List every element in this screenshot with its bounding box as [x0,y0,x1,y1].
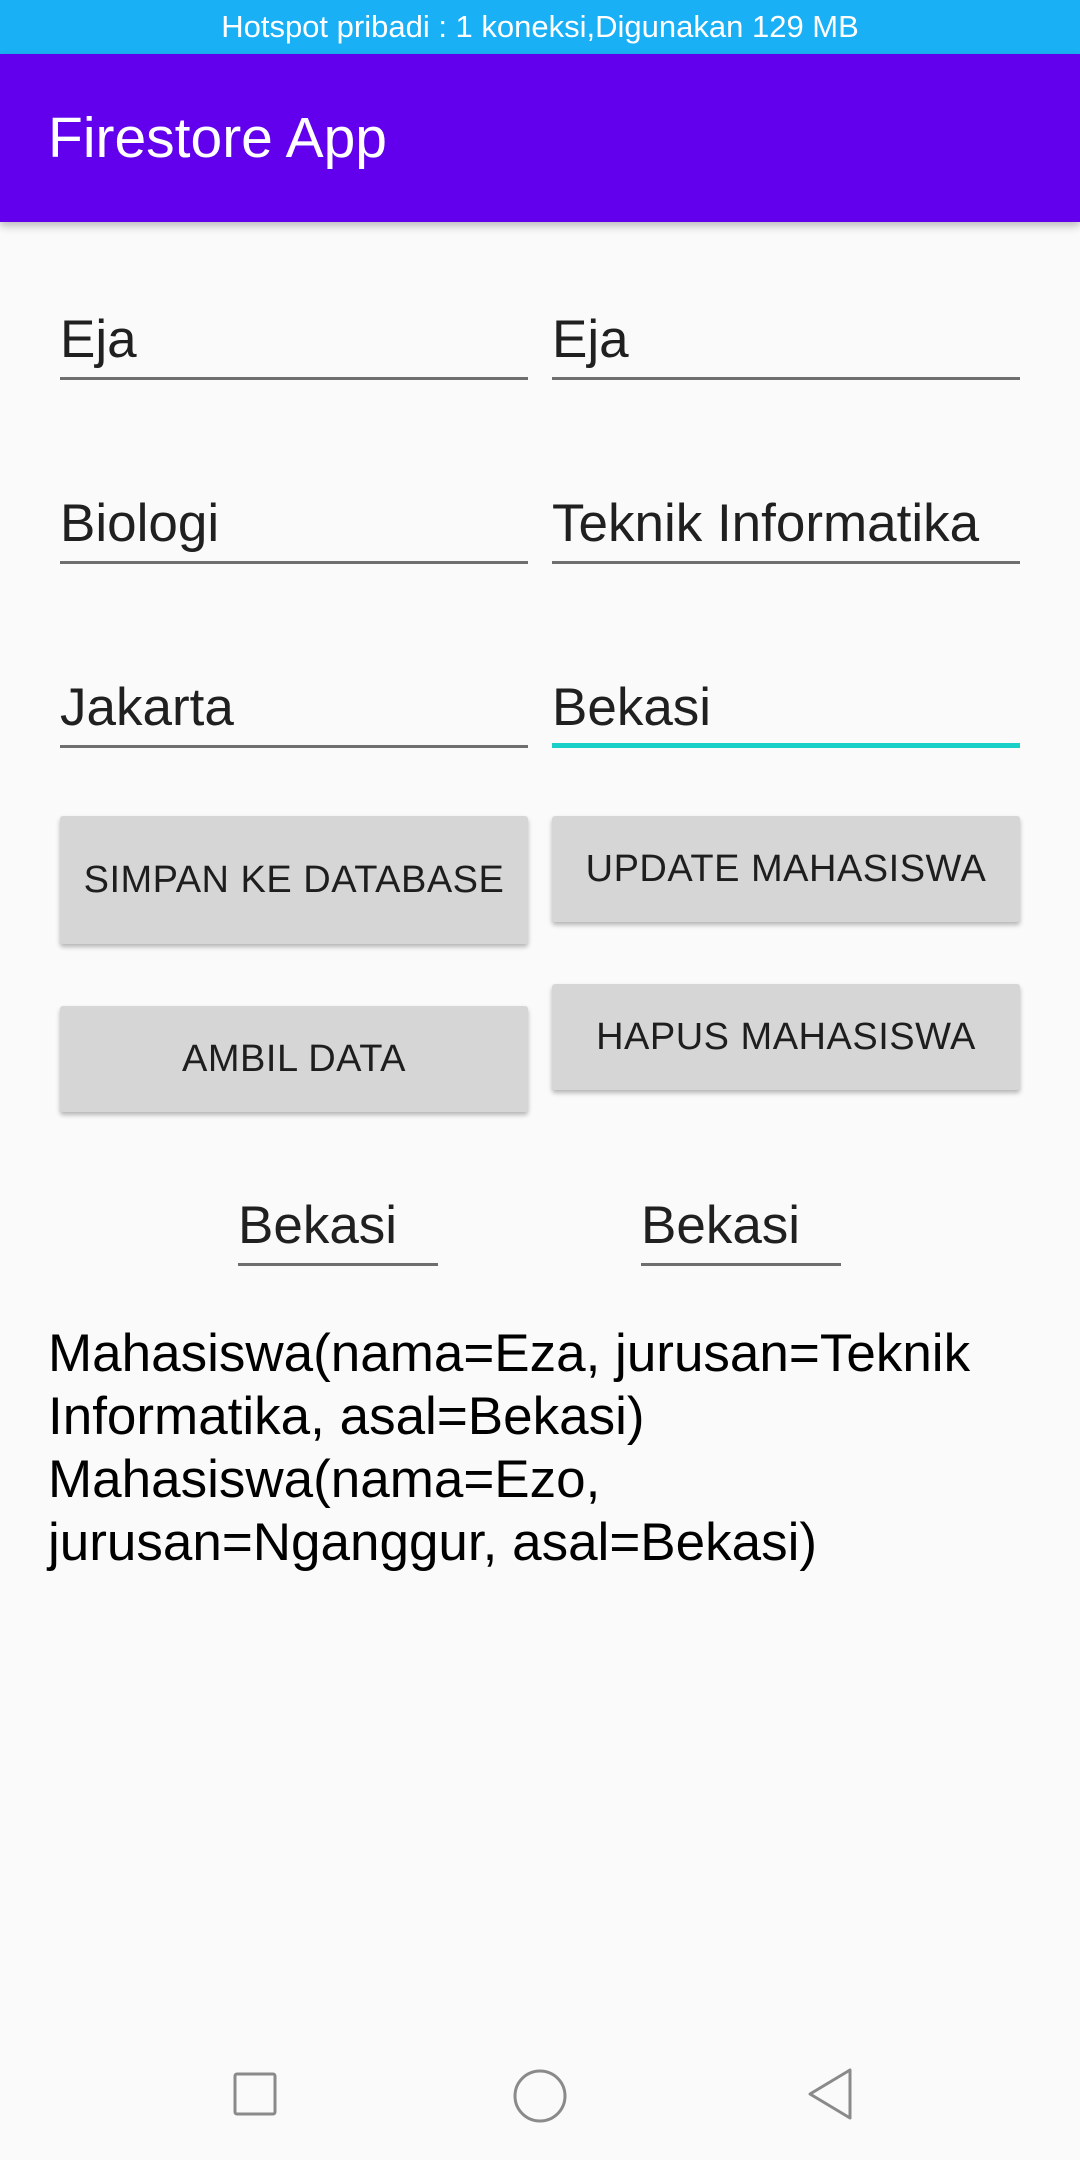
hapus-button-label: HAPUS MAHASISWA [596,1016,976,1058]
nama-input-right-value: Eja [552,310,629,369]
jurusan-input-right-value: Teknik Informatika [552,494,980,553]
square-recents-icon[interactable] [225,2064,285,2124]
filter-input-left[interactable]: Bekasi [238,1186,438,1266]
nama-input-left[interactable]: Eja [60,300,528,380]
jurusan-input-right[interactable]: Teknik Informatika [552,484,1020,564]
simpan-ke-database-button[interactable]: SIMPAN KE DATABASE [60,816,528,944]
nama-input-right[interactable]: Eja [552,300,1020,380]
asal-input-left[interactable]: Jakarta [60,668,528,748]
jurusan-input-left[interactable]: Biologi [60,484,528,564]
results-text: Mahasiswa(nama=Eza, jurusan=Teknik Infor… [48,1322,1038,1574]
filter-input-right[interactable]: Bekasi [641,1186,841,1266]
triangle-back-icon[interactable] [800,2064,860,2124]
asal-input-left-value: Jakarta [60,678,234,737]
navigation-bar [0,2016,1080,2160]
result-item: Mahasiswa(nama=Ezo, jurusan=Nganggur, as… [48,1450,817,1572]
filter-input-left-value: Bekasi [238,1196,398,1255]
app-bar: Firestore App [0,54,1080,222]
hapus-mahasiswa-button[interactable]: HAPUS MAHASISWA [552,984,1020,1090]
status-bar: Hotspot pribadi : 1 koneksi,Digunakan 12… [0,0,1080,54]
app-title: Firestore App [48,106,387,170]
update-mahasiswa-button[interactable]: UPDATE MAHASISWA [552,816,1020,922]
nama-input-left-value: Eja [60,310,137,369]
result-item: Mahasiswa(nama=Eza, jurusan=Teknik Infor… [48,1324,971,1446]
filter-input-right-value: Bekasi [641,1196,801,1255]
status-bar-text: Hotspot pribadi : 1 koneksi,Digunakan 12… [221,9,859,44]
simpan-button-label: SIMPAN KE DATABASE [83,859,505,901]
asal-input-right-value: Bekasi [552,678,712,737]
ambil-button-label: AMBIL DATA [182,1038,406,1080]
asal-input-right[interactable]: Bekasi [552,668,1020,748]
circle-home-icon[interactable] [505,2061,575,2131]
jurusan-input-left-value: Biologi [60,494,220,553]
ambil-data-button[interactable]: AMBIL DATA [60,1006,528,1112]
screen: Hotspot pribadi : 1 koneksi,Digunakan 12… [0,0,1080,2160]
update-button-label: UPDATE MAHASISWA [585,848,987,890]
